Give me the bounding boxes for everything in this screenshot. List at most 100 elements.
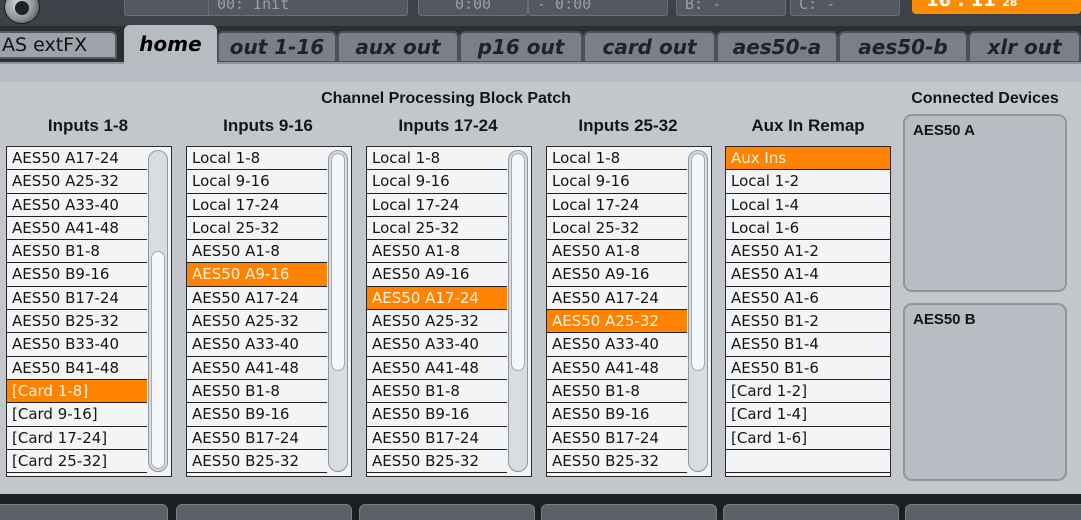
- list-item[interactable]: AES50 A9-16: [367, 263, 507, 287]
- list-item[interactable]: [Card 9-16]: [7, 403, 147, 427]
- scrollbar[interactable]: [508, 150, 528, 472]
- list-item[interactable]: AES50 B41-48: [7, 357, 147, 380]
- list-item[interactable]: AES50 B1-4: [726, 333, 890, 357]
- tab-home[interactable]: home: [124, 25, 217, 65]
- list-item[interactable]: AES50 A25-32: [547, 310, 687, 334]
- bus-label: AS extFX: [0, 31, 117, 59]
- tab-p16-out[interactable]: p16 out: [459, 31, 583, 63]
- list-item[interactable]: AES50 B25-32: [547, 450, 687, 474]
- list-item[interactable]: AES50 A33-40: [547, 333, 687, 357]
- bottom-button-5[interactable]: [723, 504, 899, 520]
- list-item[interactable]: AES50 A1-4: [726, 263, 890, 287]
- bottom-button-2[interactable]: [176, 504, 352, 520]
- listbox-inputs-9-16[interactable]: Local 1-8 Local 9-16 Local 17-24 Local 25-3…: [186, 146, 352, 477]
- list-item[interactable]: AES50 B17-24: [7, 287, 147, 311]
- list-item[interactable]: [726, 450, 890, 474]
- list-item[interactable]: Local 17-24: [187, 194, 327, 217]
- scene-field[interactable]: 00: Init: [208, 0, 408, 16]
- scrollbar[interactable]: [328, 150, 348, 472]
- list-item[interactable]: AES50 B33-40: [7, 333, 147, 357]
- list-item[interactable]: AES50 A9-16: [187, 263, 327, 287]
- list-item[interactable]: Local 9-16: [367, 170, 507, 194]
- list-item[interactable]: Local 25-32: [547, 217, 687, 241]
- list-item[interactable]: Local 1-8: [367, 147, 507, 171]
- listbox-aux-in-remap[interactable]: Aux Ins Local 1-2 Local 1-4 Local 1-6 AES50 …: [725, 146, 891, 477]
- list-item[interactable]: AES50 B25-32: [7, 310, 147, 334]
- scrollbar[interactable]: [688, 150, 708, 472]
- tab-aes50-a[interactable]: aes50-a: [716, 31, 838, 63]
- list-item[interactable]: [Card 1-2]: [726, 380, 890, 404]
- list-item[interactable]: AES50 A1-2: [726, 240, 890, 264]
- list-item[interactable]: AES50 A17-24: [7, 147, 147, 171]
- list-item[interactable]: AES50 A1-8: [187, 240, 327, 264]
- tab-card-out[interactable]: card out: [583, 31, 716, 63]
- tab-aes50-b[interactable]: aes50-b: [838, 31, 968, 63]
- list-item[interactable]: Local 17-24: [547, 194, 687, 217]
- list-item[interactable]: AES50 A17-24: [187, 287, 327, 311]
- list-item[interactable]: AES50 A41-48: [187, 357, 327, 380]
- list-item[interactable]: AES50 A33-40: [7, 194, 147, 217]
- list-item[interactable]: AES50 A41-48: [547, 357, 687, 380]
- list-item[interactable]: AES50 B9-16: [367, 403, 507, 427]
- list-item[interactable]: AES50 B1-8: [547, 380, 687, 404]
- list-item[interactable]: AES50 B1-8: [187, 380, 327, 404]
- list-item[interactable]: AES50 A1-8: [547, 240, 687, 264]
- list-item[interactable]: Local 1-4: [726, 194, 890, 217]
- list-item[interactable]: AES50 A17-24: [547, 287, 687, 311]
- listbox-inputs-17-24[interactable]: Local 1-8 Local 9-16 Local 17-24 Local 25-3…: [366, 146, 532, 477]
- list-item[interactable]: Local 25-32: [367, 217, 507, 241]
- list-item[interactable]: AES50 A25-32: [367, 310, 507, 334]
- tab-xlr-out[interactable]: xlr out: [968, 31, 1081, 63]
- bottom-button-4[interactable]: [541, 504, 717, 520]
- list-item[interactable]: AES50 A33-40: [187, 333, 327, 357]
- list-item[interactable]: AES50 B9-16: [7, 263, 147, 287]
- scrollbar-thumb[interactable]: [511, 153, 525, 372]
- tab-aux-out[interactable]: aux out: [337, 31, 459, 63]
- list-item[interactable]: AES50 A41-48: [7, 217, 147, 241]
- list-item[interactable]: Local 9-16: [187, 170, 327, 194]
- clock-display: 16 : 11 28: [912, 0, 1081, 14]
- scrollbar[interactable]: [148, 150, 168, 472]
- list-item[interactable]: Local 1-8: [547, 147, 687, 171]
- listbox-inputs-25-32[interactable]: Local 1-8 Local 9-16 Local 17-24 Local 25-3…: [546, 146, 712, 477]
- list-item[interactable]: Local 17-24: [367, 194, 507, 217]
- scrollbar-thumb[interactable]: [691, 153, 705, 372]
- list-item[interactable]: [Card 1-8]: [7, 379, 147, 404]
- list-item[interactable]: AES50 B1-8: [367, 380, 507, 404]
- listbox-inputs-1-8[interactable]: AES50 A17-24 AES50 A25-32 AES50 A33-40 AES5…: [6, 146, 172, 477]
- list-item[interactable]: [Card 17-24]: [7, 427, 147, 450]
- scrollbar-thumb[interactable]: [151, 250, 165, 469]
- list-item[interactable]: AES50 B1-6: [726, 357, 890, 380]
- list-item[interactable]: AES50 B1-8: [7, 240, 147, 264]
- list-item[interactable]: [Card 25-32]: [7, 450, 147, 474]
- list-item[interactable]: AES50 B9-16: [547, 403, 687, 427]
- list-item[interactable]: Local 9-16: [547, 170, 687, 194]
- list-item[interactable]: AES50 A41-48: [367, 357, 507, 380]
- list-item[interactable]: AES50 A33-40: [367, 333, 507, 357]
- list-item[interactable]: [Card 1-6]: [726, 427, 890, 450]
- bottom-button-1[interactable]: [0, 504, 168, 520]
- list-item[interactable]: AES50 A9-16: [547, 263, 687, 287]
- list-item[interactable]: Aux Ins: [726, 147, 890, 171]
- list-item[interactable]: AES50 B1-2: [726, 310, 890, 334]
- list-item[interactable]: Local 25-32: [187, 217, 327, 241]
- list-item[interactable]: AES50 B25-32: [187, 450, 327, 474]
- bottom-button-6[interactable]: [905, 504, 1081, 520]
- tab-out-1-16[interactable]: out 1-16: [217, 31, 337, 63]
- list-item[interactable]: AES50 B9-16: [187, 403, 327, 427]
- list-item[interactable]: Local 1-8: [187, 147, 327, 171]
- list-item[interactable]: Local 1-2: [726, 170, 890, 194]
- list-item[interactable]: AES50 A17-24: [367, 286, 507, 311]
- list-item[interactable]: AES50 B17-24: [547, 427, 687, 450]
- list-item[interactable]: AES50 A25-32: [187, 310, 327, 334]
- list-item[interactable]: AES50 A1-8: [367, 240, 507, 264]
- list-item[interactable]: Local 1-6: [726, 217, 890, 241]
- list-item[interactable]: [Card 1-4]: [726, 403, 890, 427]
- list-item[interactable]: AES50 B17-24: [367, 427, 507, 450]
- scrollbar-thumb[interactable]: [331, 153, 345, 372]
- list-item[interactable]: AES50 A1-6: [726, 287, 890, 311]
- list-item[interactable]: AES50 A25-32: [7, 170, 147, 194]
- list-item[interactable]: AES50 B25-32: [367, 450, 507, 474]
- list-item[interactable]: AES50 B17-24: [187, 427, 327, 450]
- bottom-button-3[interactable]: [359, 504, 535, 520]
